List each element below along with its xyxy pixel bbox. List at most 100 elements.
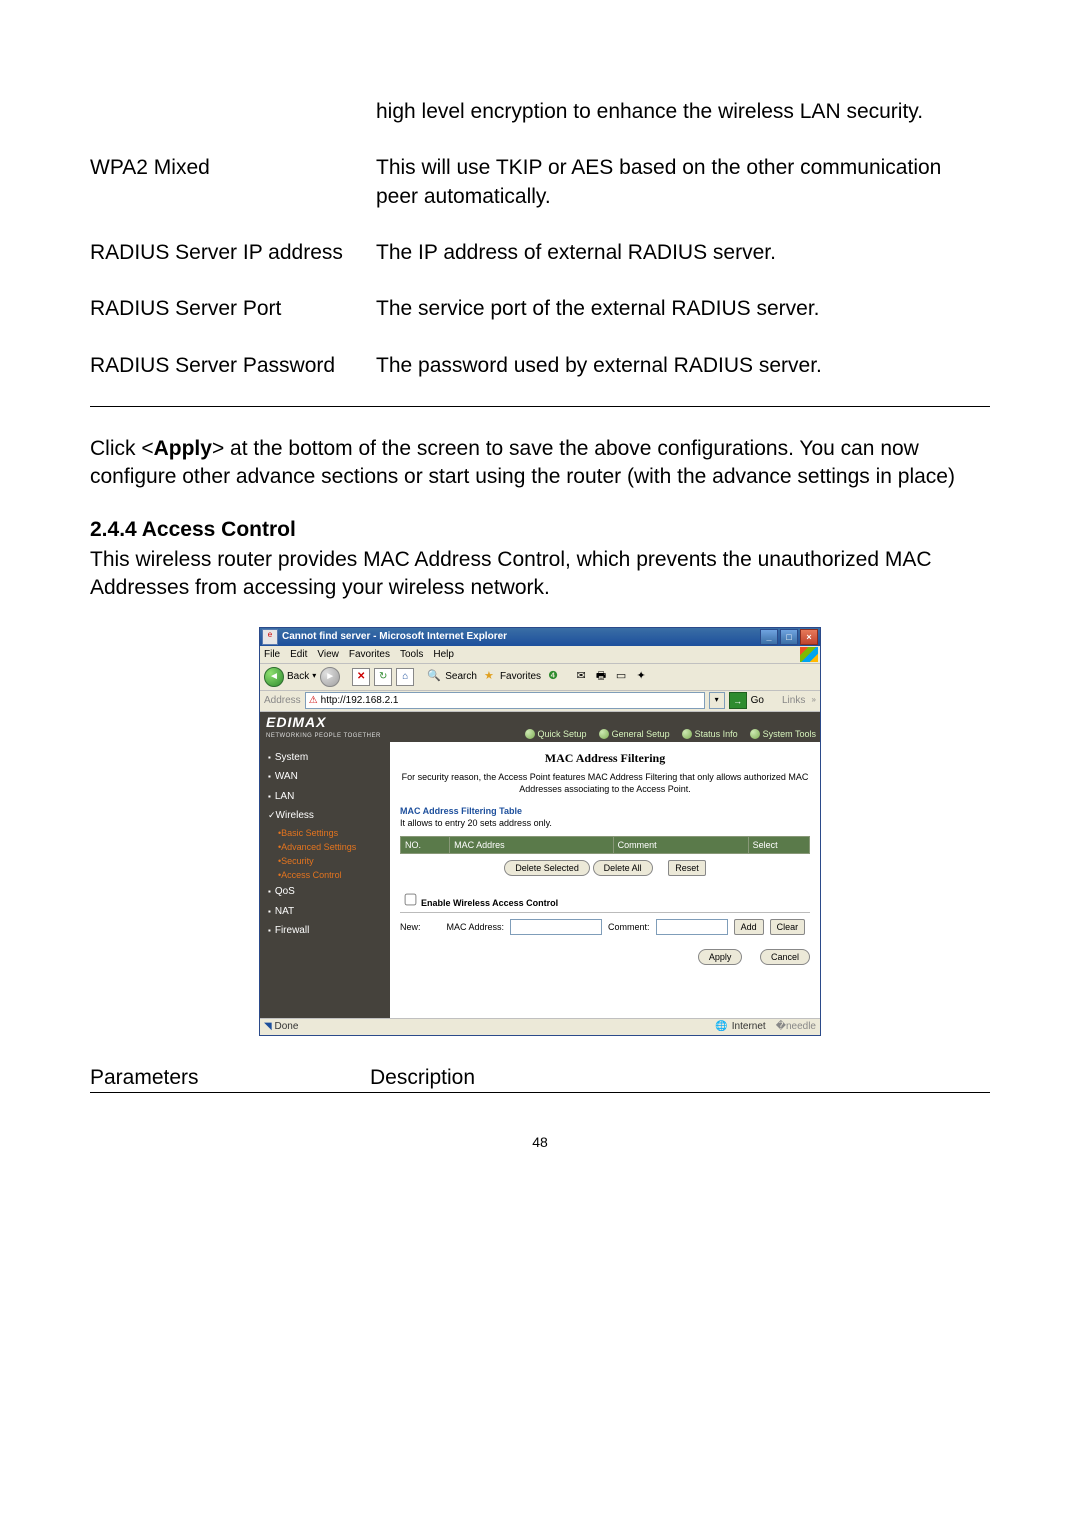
- sidebar-item-wireless[interactable]: Wireless: [260, 806, 390, 826]
- param-name: RADIUS Server IP address: [90, 231, 376, 287]
- address-bar: Address ⚠http://192.168.2.1 ▾ → Go Links…: [260, 691, 820, 712]
- menu-favorites[interactable]: Favorites: [349, 648, 390, 662]
- col-select: Select: [748, 836, 809, 853]
- delete-all-button[interactable]: Delete All: [593, 860, 653, 876]
- sidebar-sub-advanced[interactable]: Advanced Settings: [260, 840, 390, 854]
- delete-selected-button[interactable]: Delete Selected: [504, 860, 590, 876]
- print-icon[interactable]: 🖶: [593, 669, 609, 685]
- ie-window: e Cannot find server - Microsoft Interne…: [259, 627, 821, 1036]
- col-mac: MAC Addres: [450, 836, 614, 853]
- favorites-button[interactable]: ★Favorites: [481, 669, 541, 685]
- brand-bar: EDIMAX NETWORKING PEOPLE TOGETHER Quick …: [260, 712, 820, 742]
- filter-table-sub: It allows to entry 20 sets address only.: [400, 817, 810, 829]
- sidebar-item-nat[interactable]: NAT: [260, 902, 390, 922]
- filter-table-heading: MAC Address Filtering Table: [400, 805, 810, 817]
- mac-input[interactable]: [510, 919, 602, 935]
- param-name: RADIUS Server Password: [90, 344, 376, 400]
- sidebar-item-firewall[interactable]: Firewall: [260, 921, 390, 941]
- links-label[interactable]: Links: [782, 694, 805, 708]
- comment-label: Comment:: [608, 921, 650, 933]
- page-title: MAC Address Filtering: [400, 750, 810, 766]
- close-button[interactable]: ×: [800, 629, 818, 645]
- back-button[interactable]: ◄Back▾: [264, 667, 316, 687]
- params-table: high level encryption to enhance the wir…: [90, 90, 990, 400]
- forward-button[interactable]: ►: [320, 667, 340, 687]
- param-desc: high level encryption to enhance the wir…: [376, 90, 990, 146]
- apply-paragraph: Click <Apply> at the bottom of the scree…: [90, 435, 990, 492]
- discuss-icon[interactable]: ✦: [633, 669, 649, 685]
- address-label: Address: [264, 694, 301, 708]
- desc-col-parameters: Parameters: [90, 1064, 370, 1092]
- refresh-button[interactable]: ↻: [374, 668, 392, 686]
- search-button[interactable]: 🔍Search: [426, 669, 477, 685]
- window-titlebar: e Cannot find server - Microsoft Interne…: [260, 628, 820, 646]
- sidebar-sub-basic[interactable]: Basic Settings: [260, 826, 390, 840]
- top-nav: Quick Setup General Setup Status Info Sy…: [525, 728, 816, 740]
- menu-help[interactable]: Help: [433, 648, 454, 662]
- ie-icon: e: [262, 629, 278, 645]
- brand-logo: EDIMAX: [266, 714, 326, 730]
- sidebar-item-system[interactable]: System: [260, 748, 390, 768]
- address-field[interactable]: ⚠http://192.168.2.1: [305, 692, 705, 709]
- menu-view[interactable]: View: [317, 648, 339, 662]
- divider: [90, 1092, 990, 1093]
- sidebar: System WAN LAN Wireless Basic Settings A…: [260, 742, 390, 1018]
- sidebar-item-wan[interactable]: WAN: [260, 767, 390, 787]
- apply-button[interactable]: Apply: [698, 949, 743, 965]
- brand-tagline: NETWORKING PEOPLE TOGETHER: [266, 732, 381, 740]
- menu-edit[interactable]: Edit: [290, 648, 307, 662]
- reset-button[interactable]: Reset: [668, 860, 706, 876]
- enable-access-control: Enable Wireless Access Control: [400, 890, 810, 909]
- nav-system-tools[interactable]: System Tools: [750, 728, 816, 740]
- home-button[interactable]: ⌂: [396, 668, 414, 686]
- col-no: NO.: [401, 836, 450, 853]
- desc-table-header: Parameters Description: [90, 1064, 990, 1092]
- page-number: 48: [90, 1133, 990, 1152]
- enable-checkbox[interactable]: [405, 894, 417, 906]
- status-right: Internet: [732, 1020, 766, 1034]
- cancel-button[interactable]: Cancel: [760, 949, 810, 965]
- param-name: [90, 90, 376, 146]
- address-dropdown[interactable]: ▾: [709, 692, 725, 709]
- history-icon[interactable]: ❹: [545, 669, 561, 685]
- menu-file[interactable]: File: [264, 648, 280, 662]
- maximize-button[interactable]: □: [780, 629, 798, 645]
- param-desc: The service port of the external RADIUS …: [376, 287, 990, 343]
- status-left: Done: [274, 1021, 298, 1032]
- nav-general-setup[interactable]: General Setup: [599, 728, 670, 740]
- col-comment: Comment: [613, 836, 748, 853]
- comment-input[interactable]: [656, 919, 728, 935]
- new-label: New:: [400, 921, 421, 933]
- content-pane: MAC Address Filtering For security reaso…: [390, 742, 820, 1018]
- filter-table: NO. MAC Addres Comment Select: [400, 836, 810, 854]
- menu-tools[interactable]: Tools: [400, 648, 423, 662]
- section-body: This wireless router provides MAC Addres…: [90, 546, 990, 603]
- toolbar: ◄Back▾ ► ✕ ↻ ⌂ 🔍Search ★Favorites ❹ ✉ 🖶 …: [260, 664, 820, 691]
- mail-icon[interactable]: ✉: [573, 669, 589, 685]
- clear-button[interactable]: Clear: [770, 919, 806, 935]
- param-name: RADIUS Server Port: [90, 287, 376, 343]
- resize-grip-icon[interactable]: �needle: [776, 1020, 816, 1034]
- go-label: Go: [751, 694, 764, 708]
- nav-status-info[interactable]: Status Info: [682, 728, 738, 740]
- param-name: WPA2 Mixed: [90, 146, 376, 231]
- sidebar-item-lan[interactable]: LAN: [260, 787, 390, 807]
- minimize-button[interactable]: _: [760, 629, 778, 645]
- status-bar: ◥ Done 🌐Internet�needle: [260, 1018, 820, 1035]
- stop-button[interactable]: ✕: [352, 668, 370, 686]
- add-button[interactable]: Add: [734, 919, 764, 935]
- desc-col-description: Description: [370, 1064, 990, 1092]
- section-heading: 2.4.4 Access Control: [90, 516, 990, 544]
- sidebar-item-qos[interactable]: QoS: [260, 882, 390, 902]
- go-button[interactable]: →: [729, 692, 747, 709]
- nav-quick-setup[interactable]: Quick Setup: [525, 728, 587, 740]
- sidebar-sub-access-control[interactable]: Access Control: [260, 868, 390, 882]
- internet-icon: 🌐: [715, 1020, 727, 1034]
- param-desc: The IP address of external RADIUS server…: [376, 231, 990, 287]
- edit-icon[interactable]: ▭: [613, 669, 629, 685]
- windows-logo-icon: [800, 647, 818, 662]
- sidebar-sub-security[interactable]: Security: [260, 854, 390, 868]
- page-desc: For security reason, the Access Point fe…: [400, 772, 810, 795]
- param-desc: The password used by external RADIUS ser…: [376, 344, 990, 400]
- mac-label: MAC Address:: [447, 921, 505, 933]
